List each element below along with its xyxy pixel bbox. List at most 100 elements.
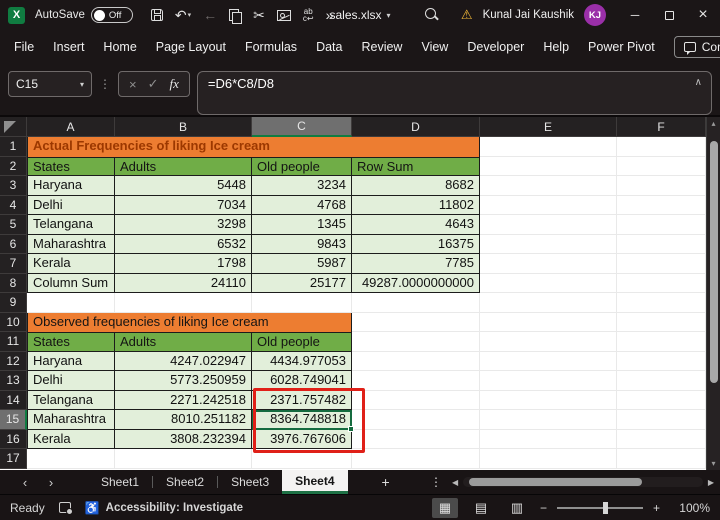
cell-E12[interactable] (480, 352, 617, 372)
ribbon-tab-insert[interactable]: Insert (53, 40, 84, 54)
excel-app-icon[interactable]: X (8, 7, 25, 24)
minimize-button[interactable]: ─ (618, 0, 652, 30)
cell-D17[interactable] (352, 449, 480, 469)
column-header-F[interactable]: F (617, 117, 706, 137)
ribbon-tab-view[interactable]: View (421, 40, 448, 54)
cell-D6[interactable]: 16375 (352, 235, 480, 255)
cell-A11[interactable]: States (27, 332, 115, 352)
cell-B6[interactable]: 6532 (115, 235, 252, 255)
cell-B2[interactable]: Adults (115, 157, 252, 177)
cell-E9[interactable] (480, 293, 617, 313)
row-header-1[interactable]: 1 (0, 137, 27, 157)
cell-F14[interactable] (617, 391, 706, 411)
cell-F16[interactable] (617, 430, 706, 450)
row-header-2[interactable]: 2 (0, 157, 27, 177)
cell-B11[interactable]: Adults (115, 332, 252, 352)
cell-F1[interactable] (617, 137, 706, 157)
cell-F17[interactable] (617, 449, 706, 469)
ribbon-tab-developer[interactable]: Developer (467, 40, 524, 54)
column-header-E[interactable]: E (480, 117, 617, 137)
scroll-down-icon[interactable]: ▾ (707, 459, 720, 468)
cell-F5[interactable] (617, 215, 706, 235)
insert-picture-icon[interactable] (277, 10, 291, 21)
name-box[interactable]: C15 ▾ (8, 71, 92, 97)
cell-A9[interactable] (27, 293, 115, 313)
cell-F6[interactable] (617, 235, 706, 255)
cell-E10[interactable] (480, 313, 617, 333)
cell-C9[interactable] (252, 293, 352, 313)
cell-D7[interactable]: 7785 (352, 254, 480, 274)
cell-B12[interactable]: 4247.022947 (115, 352, 252, 372)
cell-A8[interactable]: Column Sum (27, 274, 115, 294)
horizontal-scrollbar[interactable]: ◀ ▶ (452, 475, 714, 489)
formula-input[interactable]: =D6*C8/D8 ∧ (197, 71, 712, 115)
row-header-9[interactable]: 9 (0, 293, 27, 313)
row-header-4[interactable]: 4 (0, 196, 27, 216)
cell-A16[interactable]: Kerala (27, 430, 115, 450)
row-header-10[interactable]: 10 (0, 313, 27, 333)
sheet-tab-2[interactable]: Sheet2 (153, 470, 217, 494)
row-header-7[interactable]: 7 (0, 254, 27, 274)
cell-E7[interactable] (480, 254, 617, 274)
row-header-15[interactable]: 15 (0, 410, 27, 430)
cell-F3[interactable] (617, 176, 706, 196)
cell-B4[interactable]: 7034 (115, 196, 252, 216)
sheet-nav-prev-icon[interactable]: ‹ (12, 475, 38, 490)
zoom-slider-thumb[interactable] (603, 502, 608, 514)
cell-D11[interactable] (352, 332, 480, 352)
cell-C11[interactable]: Old people (252, 332, 352, 352)
cell-F11[interactable] (617, 332, 706, 352)
cell-D12[interactable] (352, 352, 480, 372)
cell-D10[interactable] (352, 313, 480, 333)
cell-F4[interactable] (617, 196, 706, 216)
ribbon-tab-data[interactable]: Data (316, 40, 342, 54)
avatar[interactable]: KJ (584, 4, 606, 26)
cell-B17[interactable] (115, 449, 252, 469)
cell-C12[interactable]: 4434.977053 (252, 352, 352, 372)
cell-A4[interactable]: Delhi (27, 196, 115, 216)
ribbon-tab-home[interactable]: Home (103, 40, 136, 54)
autosave-toggle[interactable]: Off (91, 7, 133, 23)
annotation-red-box[interactable] (253, 388, 365, 454)
row-header-11[interactable]: 11 (0, 332, 27, 352)
cell-D8[interactable]: 49287.0000000000 (352, 274, 480, 294)
replace-icon[interactable]: abc↩ (303, 8, 314, 22)
vertical-scrollbar[interactable]: ▴ ▾ (706, 117, 720, 470)
row-header-13[interactable]: 13 (0, 371, 27, 391)
ribbon-tab-help[interactable]: Help (543, 40, 569, 54)
copy-icon[interactable] (229, 9, 241, 22)
cell-A13[interactable]: Delhi (27, 371, 115, 391)
sheet-menu-icon[interactable]: ⋮ (430, 475, 442, 489)
view-normal-icon[interactable]: ▦ (432, 498, 458, 518)
cell-B7[interactable]: 1798 (115, 254, 252, 274)
cell-A17[interactable] (27, 449, 115, 469)
enter-icon[interactable]: ✓ (148, 76, 159, 92)
cell-A10[interactable]: Observed frequencies of liking Ice cream (27, 313, 352, 333)
cell-A5[interactable]: Telangana (27, 215, 115, 235)
cell-F7[interactable] (617, 254, 706, 274)
row-header-8[interactable]: 8 (0, 274, 27, 294)
sheet-tab-3[interactable]: Sheet3 (218, 470, 282, 494)
ribbon-tab-file[interactable]: File (14, 40, 34, 54)
cell-E17[interactable] (480, 449, 617, 469)
comments-button[interactable]: Comments (674, 36, 720, 58)
cell-F12[interactable] (617, 352, 706, 372)
add-sheet-icon[interactable]: + (382, 474, 390, 490)
cell-D4[interactable]: 11802 (352, 196, 480, 216)
ribbon-tab-review[interactable]: Review (361, 40, 402, 54)
cell-F13[interactable] (617, 371, 706, 391)
cell-D9[interactable] (352, 293, 480, 313)
cell-C3[interactable]: 3234 (252, 176, 352, 196)
cell-D5[interactable]: 4643 (352, 215, 480, 235)
select-all-corner[interactable] (0, 117, 27, 137)
zoom-out-icon[interactable]: − (540, 501, 547, 515)
column-header-D[interactable]: D (352, 117, 480, 137)
cell-E2[interactable] (480, 157, 617, 177)
cell-C2[interactable]: Old people (252, 157, 352, 177)
cell-E14[interactable] (480, 391, 617, 411)
cell-B5[interactable]: 3298 (115, 215, 252, 235)
sheet-nav-next-icon[interactable]: › (38, 475, 64, 490)
cell-B9[interactable] (115, 293, 252, 313)
row-header-16[interactable]: 16 (0, 430, 27, 450)
ribbon-tab-formulas[interactable]: Formulas (245, 40, 297, 54)
